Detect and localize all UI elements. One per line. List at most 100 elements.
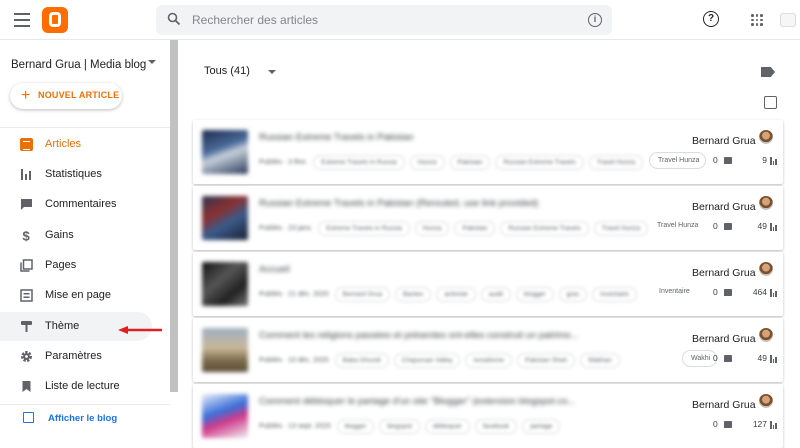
post-row[interactable]: Accueil Publiés · 21 déc. 2020 Bernard Gr… xyxy=(193,252,783,316)
search-input[interactable] xyxy=(192,11,572,29)
sidebar-item-layout[interactable]: Mise en page xyxy=(0,281,152,310)
view-count: 49 xyxy=(757,221,767,231)
sidebar-scrollbar[interactable] xyxy=(170,40,178,392)
stats-icon xyxy=(770,355,777,363)
post-tag: Wakhan xyxy=(580,353,620,368)
account-avatar[interactable] xyxy=(780,13,796,27)
post-tag: Baba Ghundi xyxy=(334,353,389,368)
post-row[interactable]: Russian Extreme Travels in Pakistan Publ… xyxy=(193,120,783,184)
blog-selector[interactable]: Bernard Grua | Media blog xyxy=(11,55,156,71)
stats-icon xyxy=(770,289,777,297)
view-count: 9 xyxy=(762,155,767,165)
sidebar-item-comments[interactable]: Commentaires xyxy=(0,190,152,219)
post-tag: Hunza xyxy=(409,155,445,170)
post-title[interactable]: Comment débloquer le partage d'un site "… xyxy=(259,396,659,407)
sidebar-item-label: Gains xyxy=(45,229,74,241)
view-count: 464 xyxy=(752,287,767,297)
search-icon[interactable] xyxy=(167,12,181,26)
sidebar: Bernard Grua | Media blog + NOUVEL ARTIC… xyxy=(0,40,170,432)
sidebar-item-stats[interactable]: Statistiques xyxy=(0,160,152,189)
comment-count: 0 xyxy=(713,155,718,165)
external-link-icon xyxy=(23,412,34,423)
post-title[interactable]: Comment les religions passées et présent… xyxy=(259,330,659,341)
post-title[interactable]: Russian Extreme Travels in Pakistan xyxy=(259,132,659,143)
post-label-chip: Inventaire xyxy=(651,284,696,301)
help-icon[interactable]: ? xyxy=(703,11,719,27)
sidebar-item-label: Pages xyxy=(45,259,77,271)
stats-icon xyxy=(770,421,777,429)
post-title[interactable]: Accueil xyxy=(259,264,659,275)
filter-dropdown[interactable]: Tous (41) xyxy=(204,65,250,77)
stats-icon xyxy=(770,157,777,165)
sidebar-item-settings[interactable]: Paramètres xyxy=(0,342,152,371)
post-tag: Extreme Travels in Russia xyxy=(318,221,410,236)
post-tag: Travel Hunza xyxy=(593,221,649,236)
select-all-checkbox[interactable] xyxy=(764,96,777,109)
author-avatar xyxy=(759,130,773,144)
post-row[interactable]: Russian Extreme Travels in Pakistan (Rer… xyxy=(193,186,783,250)
search-bar: i xyxy=(156,5,612,35)
blogger-logo-icon[interactable] xyxy=(42,7,68,33)
post-stats: 0 49 xyxy=(713,221,783,233)
view-blog-link[interactable]: Afficher le blog xyxy=(10,412,160,428)
post-row[interactable]: Comment les religions passées et présent… xyxy=(193,318,783,382)
top-bar: i ? xyxy=(0,0,800,40)
dollar-icon: $ xyxy=(23,229,31,242)
sidebar-item-earnings[interactable]: $ Gains xyxy=(0,221,152,250)
author-avatar xyxy=(759,394,773,408)
post-tag: Bernard Grua xyxy=(334,287,391,302)
sidebar-item-pages[interactable]: Pages xyxy=(0,251,152,280)
post-tag: Pakistan xyxy=(454,221,496,236)
post-author: Bernard Grua xyxy=(692,267,756,279)
post-tag: Chapursan Valley xyxy=(393,353,461,368)
post-stats: 0 9 xyxy=(713,155,783,167)
post-status: Publiés · 21 déc. 2020 xyxy=(259,291,329,299)
comment-count: 0 xyxy=(713,287,718,297)
hamburger-menu-icon[interactable] xyxy=(14,13,30,27)
info-icon[interactable]: i xyxy=(588,13,602,27)
post-tag: Russian Extreme Travels xyxy=(500,221,589,236)
fade-overlay xyxy=(663,384,701,448)
settings-icon xyxy=(21,351,32,362)
post-author: Bernard Grua xyxy=(692,333,756,345)
post-tag: gras xyxy=(558,287,588,302)
chevron-down-icon[interactable] xyxy=(268,70,276,74)
annotation-arrow-icon xyxy=(118,326,162,334)
post-stats: 0 127 xyxy=(713,419,783,431)
comment-count: 0 xyxy=(713,419,718,429)
post-thumbnail xyxy=(202,328,248,372)
comment-icon xyxy=(724,157,732,164)
apps-grid-icon[interactable] xyxy=(751,14,763,26)
sidebar-item-articles[interactable]: Articles xyxy=(0,130,152,159)
stats-icon xyxy=(770,223,777,231)
comment-icon xyxy=(724,421,732,428)
view-count: 127 xyxy=(752,419,767,429)
sidebar-item-label: Paramètres xyxy=(45,350,102,362)
author-avatar xyxy=(759,328,773,342)
author-avatar xyxy=(759,262,773,276)
post-label-chip: Travel Hunza xyxy=(649,152,707,169)
post-stats: 0 49 xyxy=(713,353,783,365)
post-row[interactable]: Comment débloquer le partage d'un site "… xyxy=(193,384,783,448)
post-tag: Ismailisme xyxy=(465,353,513,368)
comment-icon xyxy=(724,289,732,296)
comment-icon xyxy=(724,223,732,230)
post-meta: Publiés · 10 déc. 2020 Baba Ghundi Chapurs… xyxy=(259,352,679,368)
post-meta: Publiés · 21 déc. 2020 Bernard Grua Bantes… xyxy=(259,286,679,302)
sidebar-item-label: Mise en page xyxy=(45,289,112,301)
post-thumbnail xyxy=(202,262,248,306)
new-post-button[interactable]: + NOUVEL ARTICLE xyxy=(10,83,122,109)
post-status: Publiés · 23 janv. xyxy=(259,225,313,233)
sidebar-item-label: Articles xyxy=(45,138,82,150)
new-post-label: NOUVEL ARTICLE xyxy=(38,90,120,100)
label-icon[interactable] xyxy=(761,67,775,77)
sidebar-item-label: Thème xyxy=(45,320,80,332)
chevron-down-icon xyxy=(148,60,156,64)
post-thumbnail xyxy=(202,394,248,438)
post-label-chip: Wakhi xyxy=(682,350,718,367)
post-thumbnail xyxy=(202,130,248,174)
post-title[interactable]: Russian Extreme Travels in Pakistan (Rer… xyxy=(259,198,659,209)
post-author: Bernard Grua xyxy=(692,135,756,147)
post-label-chip: Travel Hunza xyxy=(649,218,705,235)
sidebar-item-reading-list[interactable]: Liste de lecture xyxy=(0,372,152,401)
